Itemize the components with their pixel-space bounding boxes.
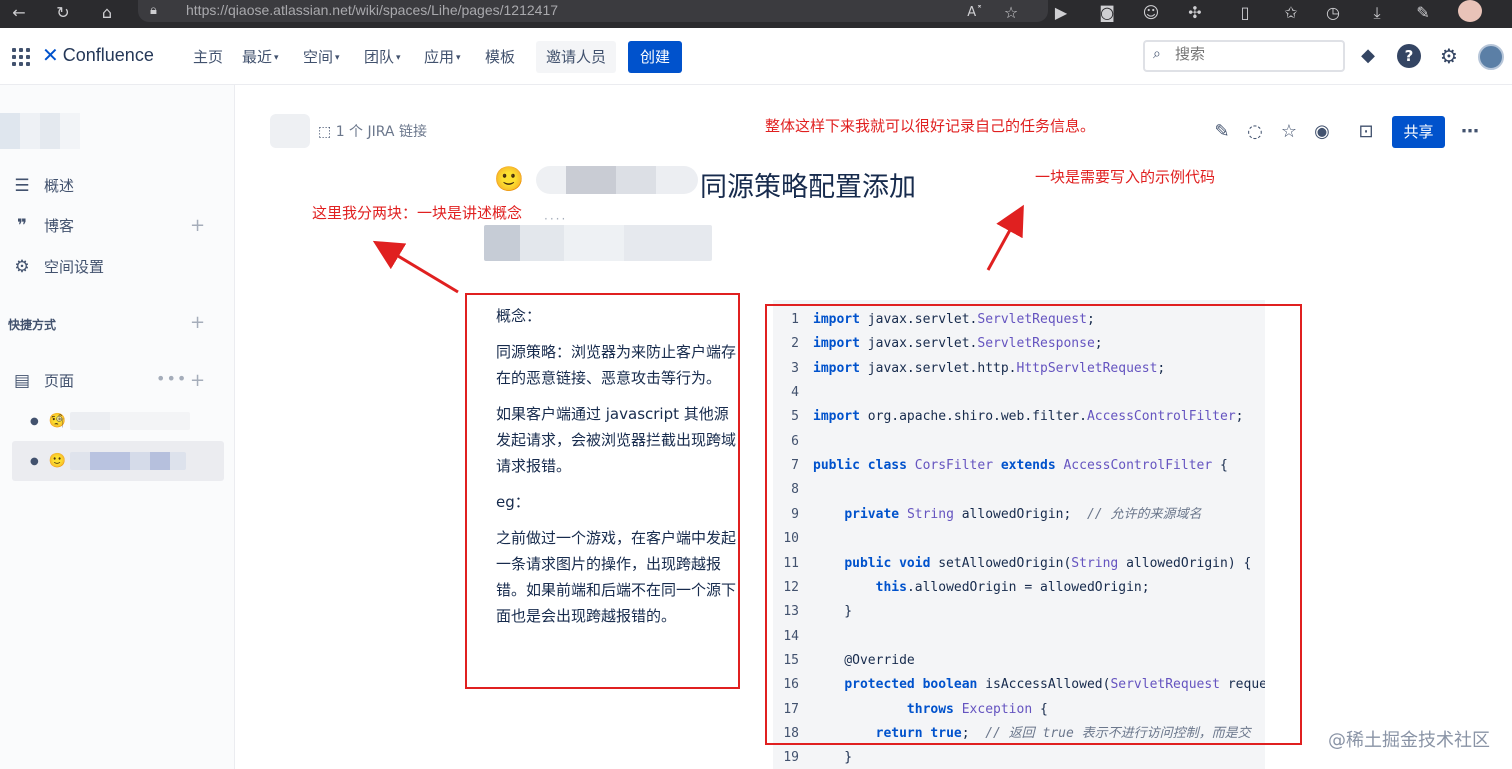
byline-dots: ····: [544, 212, 568, 226]
annotation-left: 这里我分两块：一块是讲述概念: [312, 204, 523, 222]
watermark: @稀土掘金技术社区: [1328, 730, 1490, 751]
browser-toolbar: ← ↻ ⌂ 🔒︎ https://qiaose.atlassian.net/wi…: [0, 0, 1512, 28]
annotation-right: 一块是需要写入的示例代码: [1035, 168, 1216, 186]
concept-paragraph: 如果客户端通过 javascript 其他源发起请求，会被浏览器拦截出现跨域请求…: [496, 405, 737, 475]
split-screen-icon[interactable]: ▯: [1234, 2, 1256, 24]
nav-recent[interactable]: 最近 ▾: [242, 46, 279, 67]
title-emoji: 🙂: [494, 165, 524, 193]
address-bar[interactable]: 🔒︎ https://qiaose.atlassian.net/wiki/spa…: [138, 0, 1048, 22]
edit-icon[interactable]: ✎: [1412, 2, 1434, 24]
page-title: 同源策略配置添加: [700, 172, 916, 203]
add-shortcut-icon[interactable]: +: [190, 312, 205, 333]
page-title-blurred: [70, 412, 191, 430]
comment-icon[interactable]: ◌: [1244, 121, 1266, 143]
search-icon: ⌕: [1153, 46, 1161, 62]
confluence-logo-icon: ✕: [42, 43, 59, 67]
annotation-overall: 整体这样下来我就可以很好记录自己的任务信息。: [765, 117, 1096, 135]
shortcuts-heading: 快捷方式: [8, 318, 57, 332]
chevron-down-icon: ▾: [274, 53, 279, 63]
sidebar-item-pages[interactable]: ▤ 页面: [10, 370, 74, 391]
page-emoji: 🙂: [48, 453, 67, 469]
bullet-icon: ●: [30, 415, 39, 427]
chevron-down-icon: ▾: [396, 53, 401, 63]
concept-paragraph: 之前做过一个游戏，在客户端中发起一条请求图片的操作，出现跨越报错。如果前端和后端…: [496, 529, 737, 625]
add-favorite-icon[interactable]: ☆: [1000, 2, 1022, 24]
line-number: 19: [783, 750, 799, 766]
sidebar-item-blog[interactable]: ❞ 博客: [10, 215, 74, 236]
chevron-down-icon: ▾: [335, 53, 340, 63]
star-icon[interactable]: ☆: [1278, 121, 1300, 143]
page-title-blurred: [70, 452, 187, 470]
download-icon[interactable]: ⤓: [1366, 2, 1388, 24]
lock-icon: 🔒︎: [150, 3, 157, 18]
notifications-icon[interactable]: ◆: [1356, 44, 1380, 68]
watch-eye-icon[interactable]: ◉: [1311, 121, 1333, 143]
create-button[interactable]: 创建: [628, 41, 682, 73]
url-text: https://qiaose.atlassian.net/wiki/spaces…: [186, 2, 559, 18]
chevron-down-icon: ▾: [456, 53, 461, 63]
concept-section: 概念： 同源策略：浏览器为来防止客户端存在的恶意链接、恶意攻击等行为。 如果客户…: [465, 293, 740, 689]
page-tree-item[interactable]: ● 🧐: [12, 401, 224, 441]
space-sidebar: ☰ 概述 ❞ 博客 + ⚙ 空间设置 快捷方式 + ▤ 页面 ••• + ● 🧐…: [0, 85, 235, 769]
example-heading: eg：: [496, 493, 530, 511]
concept-paragraph: 同源策略：浏览器为来防止客户端存在的恶意链接、恶意攻击等行为。: [496, 343, 737, 387]
overview-icon: ☰: [14, 175, 30, 196]
read-aloud-icon[interactable]: A˟: [964, 2, 986, 24]
restrictions-lock-icon[interactable]: ⊡: [1355, 121, 1377, 143]
favorites-icon[interactable]: ✩: [1280, 2, 1302, 24]
invite-people-button[interactable]: 邀请人员: [536, 41, 616, 73]
edit-pencil-icon[interactable]: ✎: [1211, 121, 1233, 143]
help-icon[interactable]: ?: [1397, 44, 1421, 68]
add-blog-icon[interactable]: +: [190, 215, 205, 236]
code-token: }: [813, 750, 853, 766]
back-icon[interactable]: ←: [8, 2, 30, 24]
search-input[interactable]: [1175, 46, 1335, 63]
space-avatar[interactable]: [0, 113, 80, 149]
arrow-to-right-annotation: [986, 204, 1024, 271]
top-navigation: ✕ Confluence 主页 最近 ▾ 空间 ▾ 团队 ▾ 应用 ▾ 模板 邀请人员 …: [0, 28, 1512, 85]
search-box[interactable]: ⌕: [1143, 40, 1345, 72]
page-emoji: 🧐: [48, 413, 67, 429]
pages-icon: ▤: [13, 370, 31, 391]
concept-text: 概念： 同源策略：浏览器为来防止客户端存在的恶意链接、恶意攻击等行为。 如果客户…: [496, 303, 740, 639]
page-tree-item-selected[interactable]: ● 🙂: [12, 441, 224, 481]
nav-teams[interactable]: 团队 ▾: [364, 46, 401, 67]
browser-avatar[interactable]: [1458, 0, 1482, 22]
nav-home[interactable]: 主页: [193, 46, 223, 67]
user-avatar[interactable]: [1478, 44, 1504, 70]
play-icon[interactable]: ▶: [1050, 2, 1072, 24]
history-icon[interactable]: ◷: [1322, 2, 1344, 24]
sidebar-item-space-settings[interactable]: ⚙ 空间设置: [10, 256, 104, 277]
byline-blurred: [484, 225, 712, 261]
confluence-logo[interactable]: ✕ Confluence: [42, 44, 154, 66]
sidebar-item-overview[interactable]: ☰ 概述: [10, 175, 74, 196]
nav-spaces[interactable]: 空间 ▾: [303, 46, 340, 67]
concept-heading: 概念：: [496, 307, 542, 325]
author-avatar-blurred: [270, 114, 310, 148]
gear-icon: ⚙: [14, 256, 30, 277]
arrow-to-left-annotation: [372, 240, 459, 294]
nav-templates[interactable]: 模板: [485, 46, 515, 67]
extension-icon[interactable]: ◙: [1096, 2, 1118, 24]
app-switcher-icon[interactable]: [12, 48, 30, 66]
jira-icon: ⬚: [318, 124, 332, 140]
code-line: 19 }: [773, 746, 1265, 769]
extension-icon[interactable]: ☺: [1140, 2, 1162, 24]
settings-gear-icon[interactable]: ⚙: [1437, 44, 1461, 68]
more-actions-icon[interactable]: •••: [156, 369, 187, 388]
reload-icon[interactable]: ↻: [52, 2, 74, 24]
bullet-icon: ●: [30, 455, 39, 467]
add-page-icon[interactable]: +: [190, 370, 205, 391]
quote-icon: ❞: [17, 215, 27, 236]
share-button[interactable]: 共享: [1392, 116, 1445, 148]
puzzle-icon[interactable]: ✣: [1184, 2, 1206, 24]
code-highlight-box: [765, 304, 1302, 745]
more-options-icon[interactable]: ⋯: [1459, 121, 1481, 143]
title-prefix-blurred: [536, 166, 698, 194]
home-icon[interactable]: ⌂: [96, 2, 118, 24]
nav-apps[interactable]: 应用 ▾: [424, 46, 461, 67]
jira-link[interactable]: ⬚ 1 个 JIRA 链接: [318, 121, 427, 141]
